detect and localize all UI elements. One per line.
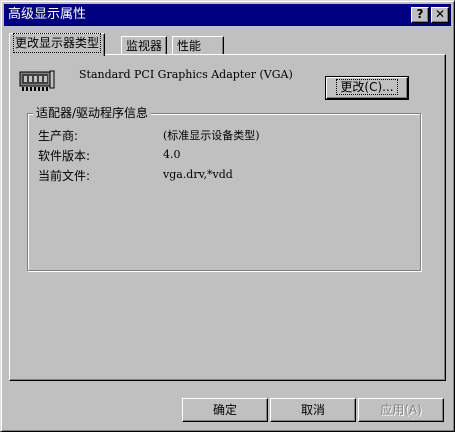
software-version-value: 4.0 [163,148,181,161]
current-files-value: vga.drv,*vdd [163,168,233,181]
tab-label: 性能 [177,39,202,53]
cancel-button[interactable]: 取消 [270,398,356,422]
adapter-name: Standard PCI Graphics Adapter (VGA) [79,68,293,81]
manufacturer-label: 生产商: [38,129,79,143]
tab-label: 更改显示器类型 [12,33,102,53]
apply-button[interactable]: 应用(A) [358,398,444,422]
change-adapter-button[interactable]: 更改(C)... [325,76,409,100]
display-adapter-card-icon [19,70,55,95]
window-title: 高级显示属性 [8,7,87,22]
software-version-label: 软件版本: [38,149,91,163]
ok-button[interactable]: 确定 [182,398,268,422]
tab-performance[interactable]: 性能 [172,36,225,56]
tab-monitor[interactable]: 监视器 [121,36,168,56]
current-files-label: 当前文件: [38,169,91,183]
tab-change-monitor-type[interactable]: 更改显示器类型 [9,33,106,56]
title-bar[interactable]: 高级显示属性 ? ✕ [4,4,451,26]
close-button[interactable]: ✕ [431,7,449,23]
manufacturer-value: (标准显示设备类型) [163,129,260,142]
help-button[interactable]: ? [411,7,429,23]
tab-label: 监视器 [126,39,163,53]
driver-info-legend: 适配器/驱动程序信息 [33,104,152,121]
change-button-label: 更改(C)... [336,79,398,95]
